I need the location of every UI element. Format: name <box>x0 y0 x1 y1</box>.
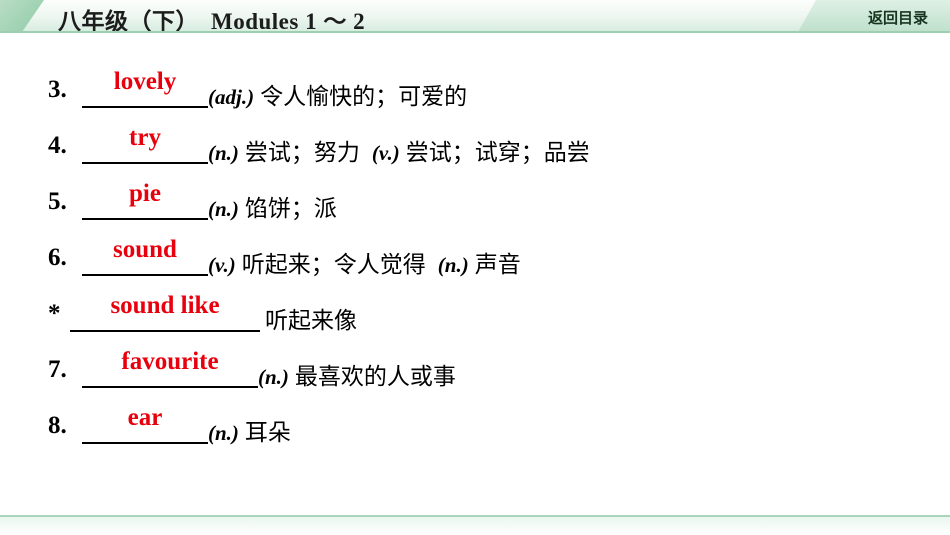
entry-number: 8. <box>48 412 67 439</box>
answer-word: lovely <box>113 68 177 95</box>
chinese-meaning: 听起来；令人觉得 <box>241 252 426 278</box>
header-divider <box>0 31 950 33</box>
word-entry: 4. try (n.) 尝试；努力 (v.) 尝试；试穿；品尝 <box>0 124 950 180</box>
page-header: 八年级（下） Modules 1 ～ 2 返回目录 <box>0 0 950 34</box>
return-to-contents-label[interactable]: 返回目录 <box>868 7 928 28</box>
word-entry: 6. sound (v.) 听起来；令人觉得 (n.) 声音 <box>0 236 950 292</box>
chinese-meaning-secondary: 尝试；试穿；品尝 <box>405 140 590 166</box>
answer-word: favourite <box>121 348 219 375</box>
part-of-speech: (v.) <box>208 253 236 277</box>
chinese-meaning: 尝试；努力 <box>244 140 360 166</box>
part-of-speech-secondary: (v.) <box>371 141 400 165</box>
chinese-meaning-secondary: 声音 <box>474 252 521 278</box>
entry-number: * <box>48 300 61 327</box>
part-of-speech: (adj.) <box>208 85 255 109</box>
entry-definition: 听起来像 <box>265 301 357 335</box>
entry-definition: (n.) 最喜欢的人或事 <box>258 357 456 391</box>
word-entry: * sound like 听起来像 <box>0 292 950 348</box>
answer-word: sound <box>113 236 177 263</box>
chinese-meaning: 令人愉快的；可爱的 <box>260 84 468 110</box>
word-entry: 3. lovely (adj.) 令人愉快的；可爱的 <box>0 68 950 124</box>
part-of-speech: (n.) <box>208 197 239 221</box>
entry-number: 3. <box>48 76 67 103</box>
footer-band <box>0 517 950 535</box>
word-entry: 8. ear (n.) 耳朵 <box>0 404 950 460</box>
answer-word: ear <box>127 404 163 431</box>
chinese-meaning: 听起来像 <box>265 308 357 334</box>
word-entry: 7. favourite (n.) 最喜欢的人或事 <box>0 348 950 404</box>
entry-definition: (n.) 尝试；努力 (v.) 尝试；试穿；品尝 <box>208 133 590 167</box>
chinese-meaning: 馅饼；派 <box>244 196 337 222</box>
answer-word: try <box>129 124 161 151</box>
answer-word: pie <box>129 180 161 207</box>
part-of-speech: (n.) <box>208 141 239 165</box>
entry-definition: (n.) 耳朵 <box>208 413 291 447</box>
entry-definition: (n.) 馅饼；派 <box>208 189 337 223</box>
entry-number: 6. <box>48 244 67 271</box>
part-of-speech: (n.) <box>208 421 239 445</box>
chinese-meaning: 耳朵 <box>244 420 291 446</box>
entry-definition: (adj.) 令人愉快的；可爱的 <box>208 77 467 111</box>
entry-definition: (v.) 听起来；令人觉得 (n.) 声音 <box>208 245 521 279</box>
part-of-speech-secondary: (n.) <box>437 253 469 277</box>
chinese-meaning: 最喜欢的人或事 <box>294 364 456 390</box>
entry-number: 4. <box>48 132 67 159</box>
word-list: 3. lovely (adj.) 令人愉快的；可爱的 4. try (n.) 尝试；努力 … <box>0 68 950 460</box>
part-of-speech: (n.) <box>258 365 289 389</box>
word-entry: 5. pie (n.) 馅饼；派 <box>0 180 950 236</box>
entry-number: 5. <box>48 188 67 215</box>
entry-number: 7. <box>48 356 67 383</box>
answer-word: sound like <box>110 292 220 319</box>
